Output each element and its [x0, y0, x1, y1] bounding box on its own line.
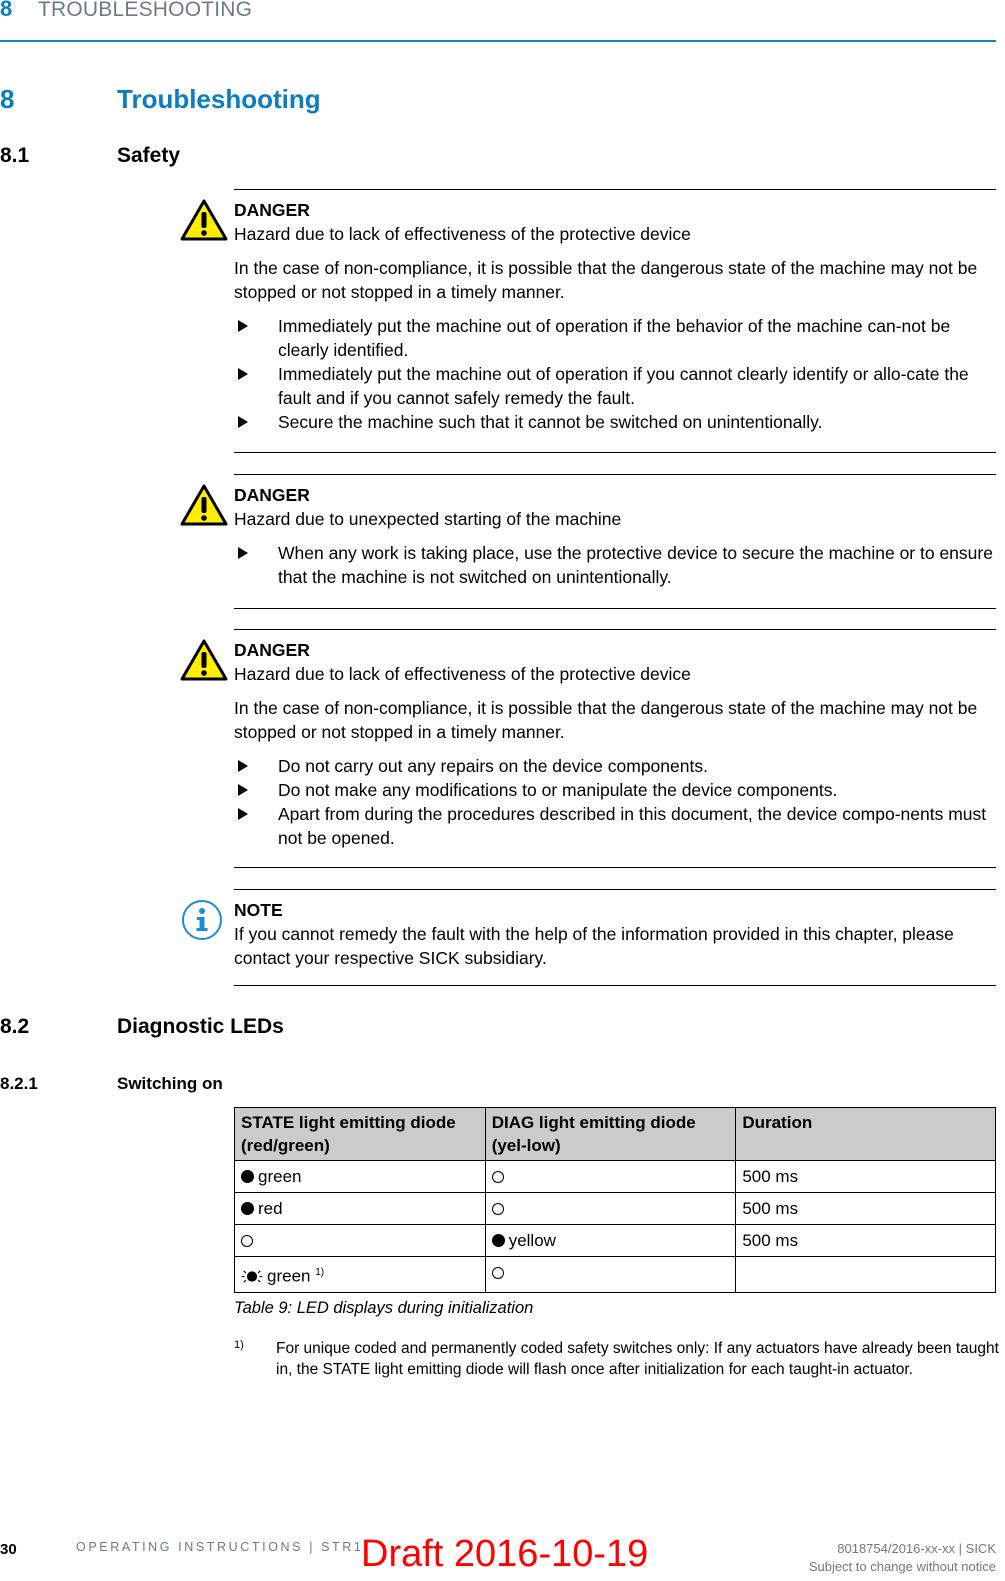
list-item: Do not make any modifications to or mani… [234, 778, 996, 802]
subsection-number: 8.2.1 [0, 1074, 38, 1093]
danger-notice: DANGER Hazard due to unexpected starting… [234, 474, 996, 609]
led-flashing-icon [241, 1270, 263, 1283]
notice-label: DANGER [234, 485, 310, 505]
diag-cell [484, 1256, 737, 1293]
duration-cell: 500 ms [735, 1160, 996, 1193]
led-on-icon [241, 1170, 254, 1183]
table-row: red 500 ms [234, 1192, 996, 1225]
column-header-diag: DIAG light emitting diode (yel-low) [484, 1107, 737, 1161]
heading-title: Troubleshooting [117, 84, 321, 114]
list-item: Immediately put the machine out of opera… [234, 362, 996, 410]
led-on-icon [241, 1202, 254, 1215]
notice-subtitle: Hazard due to unexpected starting of the… [234, 509, 622, 529]
bullet-triangle-icon [238, 784, 248, 796]
led-off-icon [491, 1203, 504, 1215]
footnote-ref: 1) [315, 1267, 325, 1278]
info-icon [182, 900, 222, 940]
diag-cell [484, 1192, 737, 1225]
bullet-triangle-icon [238, 808, 248, 820]
subsection-title: Switching on [117, 1074, 223, 1093]
bullet-triangle-icon [238, 760, 248, 772]
section-number: 8.2 [0, 1015, 30, 1038]
warning-triangle-icon [180, 199, 228, 241]
table-header-row: STATE light emitting diode (red/green) D… [234, 1107, 996, 1161]
danger-notice: DANGER Hazard due to lack of effectivene… [234, 189, 996, 453]
table-row: green 1) [234, 1256, 996, 1293]
list-item: Apart from during the procedures describ… [234, 802, 996, 850]
duration-cell [735, 1256, 996, 1293]
table-caption: Table 9: LED displays during initializat… [234, 1299, 534, 1317]
table-row: green 500 ms [234, 1160, 996, 1193]
notice-text: If you cannot remedy the fault with the … [234, 924, 954, 968]
notice-paragraph: In the case of non-compliance, it is pos… [234, 258, 978, 302]
footer-notice: Subject to change without notice [808, 1559, 996, 1574]
heading-number: 8 [0, 84, 15, 114]
diag-cell: yellow [484, 1224, 737, 1257]
list-item: When any work is taking place, use the p… [234, 541, 996, 589]
column-header-state: STATE light emitting diode (red/green) [234, 1107, 486, 1161]
duration-cell: 500 ms [735, 1192, 996, 1225]
notice-paragraph: In the case of non-compliance, it is pos… [234, 698, 978, 742]
section-title: Safety [117, 144, 181, 167]
notice-list: When any work is taking place, use the p… [234, 541, 996, 589]
page-number: 30 [0, 1541, 17, 1558]
list-item: Secure the machine such that it cannot b… [234, 410, 996, 434]
state-cell: green [234, 1160, 486, 1193]
notice-list: Immediately put the machine out of opera… [234, 314, 996, 434]
bullet-triangle-icon [238, 547, 248, 559]
notice-label: DANGER [234, 200, 310, 220]
running-header-chapter-title: TROUBLESHOOTING [38, 0, 253, 21]
led-off-icon [491, 1171, 504, 1183]
state-cell: green 1) [234, 1256, 486, 1293]
notice-label: NOTE [234, 900, 283, 920]
table-row: yellow 500 ms [234, 1224, 996, 1257]
bullet-triangle-icon [238, 320, 248, 332]
notice-subtitle: Hazard due to lack of effectiveness of t… [234, 224, 691, 244]
warning-triangle-icon [180, 639, 228, 681]
danger-notice: DANGER Hazard due to lack of effectivene… [234, 629, 996, 868]
bullet-triangle-icon [238, 416, 248, 428]
state-cell: red [234, 1192, 486, 1225]
led-table: STATE light emitting diode (red/green) D… [234, 1107, 996, 1293]
running-header-chapter-number: 8 [0, 0, 13, 21]
list-item: Do not carry out any repairs on the devi… [234, 754, 996, 778]
footer-doc-number: 8018754/2016-xx-xx | SICK [837, 1541, 996, 1556]
footer-doc-title: OPERATING INSTRUCTIONS | STR1 [76, 1540, 364, 1554]
notice-list: Do not carry out any repairs on the devi… [234, 754, 996, 850]
notice-subtitle: Hazard due to lack of effectiveness of t… [234, 664, 691, 684]
section-title: Diagnostic LEDs [117, 1015, 284, 1038]
footnote-text: For unique coded and permanently coded s… [276, 1340, 999, 1378]
notice-label: DANGER [234, 640, 310, 660]
led-on-icon [491, 1234, 505, 1247]
diag-cell [484, 1160, 737, 1193]
duration-cell: 500 ms [735, 1224, 996, 1257]
warning-triangle-icon [180, 484, 228, 526]
footnote-mark: 1) [234, 1339, 244, 1351]
note-notice: NOTE If you cannot remedy the fault with… [234, 889, 996, 986]
state-cell [234, 1224, 486, 1257]
bullet-triangle-icon [238, 368, 248, 380]
header-rule [0, 40, 996, 42]
draft-stamp: Draft 2016-10-19 [361, 1533, 649, 1575]
column-header-duration: Duration [735, 1107, 996, 1161]
list-item: Immediately put the machine out of opera… [234, 314, 996, 362]
section-number: 8.1 [0, 144, 30, 167]
led-off-icon [491, 1267, 504, 1279]
led-off-icon [241, 1235, 253, 1247]
